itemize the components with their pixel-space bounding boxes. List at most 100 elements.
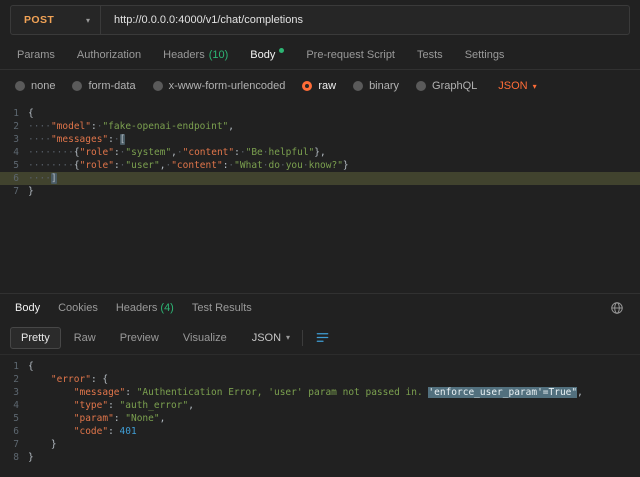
request-tab-pre-request-script[interactable]: Pre-request Script (295, 40, 406, 69)
response-tab-cookies[interactable]: Cookies (49, 302, 107, 314)
code-line-content: } (28, 451, 640, 464)
code-line: 2····"model":·"fake-openai-endpoint", (0, 120, 640, 133)
code-token: "What (234, 160, 263, 171)
code-line-content: ····] (28, 172, 640, 185)
code-line-content: "error": { (28, 373, 640, 386)
body-type-form-data[interactable]: form-data (72, 80, 135, 92)
code-line-content: { (28, 360, 640, 373)
code-token: : (108, 426, 119, 437)
tab-label: Body (250, 49, 275, 61)
code-line-content: "type": "auth_error", (28, 399, 640, 412)
code-token: { (28, 108, 34, 119)
code-token: 'enforce_user_param'=True" (428, 387, 577, 398)
line-number: 4 (0, 146, 28, 159)
request-tab-settings[interactable]: Settings (454, 40, 516, 69)
code-token: "Be (246, 147, 263, 158)
code-line: 4········{"role":·"system",·"content":·"… (0, 146, 640, 159)
code-line-content: "message": "Authentication Error, 'user'… (28, 386, 640, 399)
api-client-window: POST ▾ http://0.0.0.0:4000/v1/chat/compl… (0, 0, 640, 477)
method-dropdown[interactable]: POST ▾ (11, 6, 101, 34)
code-token: : (125, 387, 136, 398)
request-tab-params[interactable]: Params (6, 40, 66, 69)
code-token: , (577, 387, 583, 398)
code-token: "error" (51, 374, 91, 385)
url-input[interactable]: http://0.0.0.0:4000/v1/chat/completions (101, 14, 316, 26)
request-tab-authorization[interactable]: Authorization (66, 40, 152, 69)
code-token: } (28, 452, 34, 463)
tab-label: Headers (116, 302, 158, 314)
line-number: 1 (0, 107, 28, 120)
radio-icon (153, 81, 163, 91)
response-tab-body[interactable]: Body (6, 302, 49, 314)
view-tab-pretty[interactable]: Pretty (10, 327, 61, 349)
line-number: 5 (0, 412, 28, 425)
code-line: 8} (0, 451, 640, 464)
line-number: 6 (0, 172, 28, 185)
tab-label: Tests (417, 49, 443, 61)
code-line: 7 } (0, 438, 640, 451)
view-tab-raw[interactable]: Raw (63, 327, 107, 349)
chevron-down-icon: ▾ (86, 16, 90, 25)
code-line: 4 "type": "auth_error", (0, 399, 640, 412)
body-type-label: x-www-form-urlencoded (169, 80, 286, 92)
tab-count: (4) (160, 302, 173, 314)
code-line: 2 "error": { (0, 373, 640, 386)
method-label: POST (24, 14, 54, 26)
code-token: "role" (80, 147, 114, 158)
code-token: "content" (171, 160, 222, 171)
body-type-x-www-form-urlencoded[interactable]: x-www-form-urlencoded (153, 80, 286, 92)
radio-icon (416, 81, 426, 91)
code-token: do (269, 160, 280, 171)
code-line: 6 "code": 401 (0, 425, 640, 438)
request-body-editor[interactable]: 1{2····"model":·"fake-openai-endpoint",3… (0, 102, 640, 293)
body-type-graphql[interactable]: GraphQL (416, 80, 477, 92)
view-tab-preview[interactable]: Preview (109, 327, 170, 349)
code-token: "code" (74, 426, 108, 437)
code-token: : (108, 400, 119, 411)
code-line-content: ····"model":·"fake-openai-endpoint", (28, 120, 640, 133)
code-line: 7} (0, 185, 640, 198)
body-type-label: none (31, 80, 55, 92)
code-token: 401 (120, 426, 137, 437)
body-type-label: form-data (88, 80, 135, 92)
code-token: know?" (309, 160, 343, 171)
code-token: "auth_error" (120, 400, 189, 411)
code-line: 5 "param": "None", (0, 412, 640, 425)
view-tab-visualize[interactable]: Visualize (172, 327, 238, 349)
response-body-viewer[interactable]: 1{2 "error": {3 "message": "Authenticati… (0, 355, 640, 477)
code-token: "param" (74, 413, 114, 424)
request-tab-headers[interactable]: Headers(10) (152, 40, 239, 69)
globe-icon[interactable] (610, 301, 624, 315)
line-number: 1 (0, 360, 28, 373)
body-type-binary[interactable]: binary (353, 80, 399, 92)
code-token: "user" (125, 160, 159, 171)
line-number: 7 (0, 185, 28, 198)
tab-label: Pre-request Script (306, 49, 395, 61)
tab-label: Body (15, 302, 40, 314)
response-language-dropdown[interactable]: JSON ▾ (252, 332, 290, 344)
code-token: "system" (125, 147, 171, 158)
radio-icon (15, 81, 25, 91)
code-token: "model" (51, 121, 91, 132)
chevron-down-icon: ▾ (533, 82, 537, 91)
tab-label: Test Results (192, 302, 252, 314)
body-type-none[interactable]: none (15, 80, 55, 92)
request-language-dropdown[interactable]: JSON▾ (498, 80, 536, 92)
code-token: "message" (74, 387, 125, 398)
radio-icon (72, 81, 82, 91)
tab-label: Headers (163, 49, 205, 61)
code-token: helpful" (269, 147, 315, 158)
response-tab-test-results[interactable]: Test Results (183, 302, 261, 314)
body-present-dot (279, 48, 284, 53)
code-line: 3 "message": "Authentication Error, 'use… (0, 386, 640, 399)
code-token (28, 426, 74, 437)
url-field: POST ▾ http://0.0.0.0:4000/v1/chat/compl… (10, 5, 630, 35)
code-token (28, 413, 74, 424)
request-tab-body[interactable]: Body (239, 40, 295, 69)
body-type-raw[interactable]: raw (302, 80, 336, 92)
code-token (28, 374, 51, 385)
response-tab-headers[interactable]: Headers(4) (107, 302, 183, 314)
wrap-lines-icon[interactable] (315, 330, 330, 345)
code-token (28, 387, 74, 398)
request-tab-tests[interactable]: Tests (406, 40, 454, 69)
